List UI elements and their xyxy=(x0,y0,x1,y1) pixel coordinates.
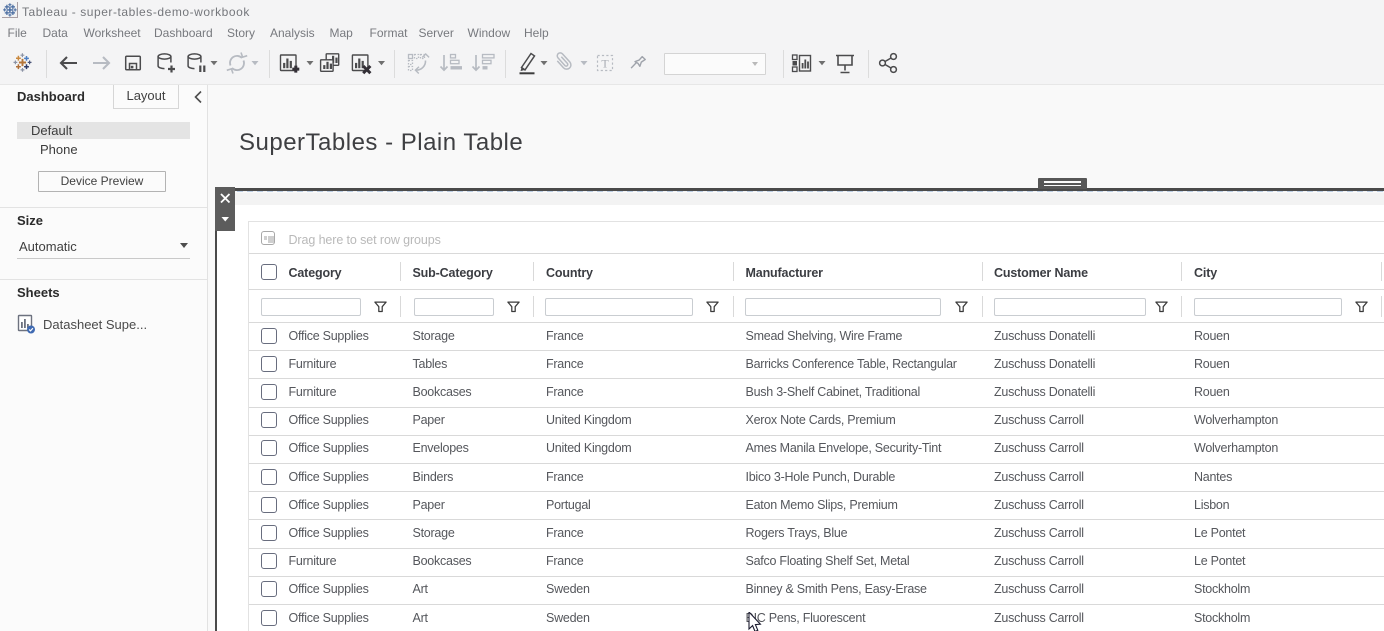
svg-text:T: T xyxy=(601,57,609,71)
